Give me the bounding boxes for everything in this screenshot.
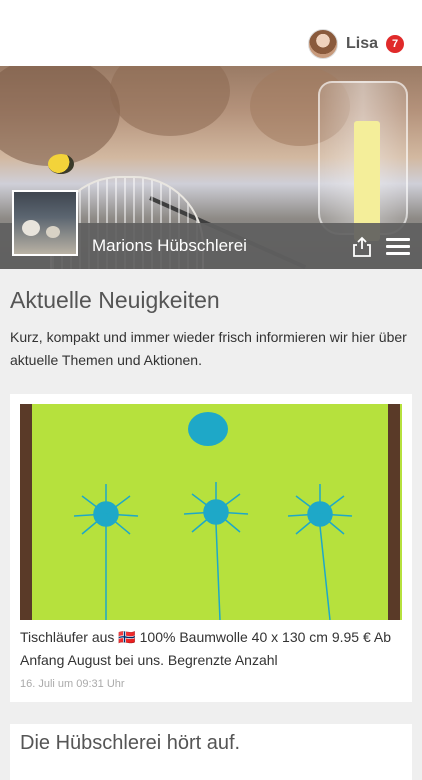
post-text: Tischläufer aus 🇳🇴 100% Baumwolle 40 x 1… bbox=[20, 629, 391, 668]
background-tree bbox=[110, 66, 230, 136]
news-card[interactable]: Tischläufer aus 🇳🇴 100% Baumwolle 40 x 1… bbox=[10, 394, 412, 702]
post-timestamp: 16. Juli um 09:31 Uhr bbox=[20, 678, 125, 690]
user-profile[interactable]: Lisa 7 bbox=[307, 29, 404, 59]
user-name[interactable]: Lisa bbox=[346, 35, 378, 53]
table-runner-image bbox=[20, 404, 400, 620]
avatar[interactable] bbox=[307, 29, 338, 59]
section-intro: Kurz, kompakt und immer wieder frisch in… bbox=[10, 329, 407, 368]
shop-header-image: Marions Hübschlerei bbox=[0, 66, 422, 269]
section-title: Aktuelle Neuigkeiten bbox=[10, 287, 220, 313]
menu-icon[interactable] bbox=[386, 238, 410, 255]
post-image[interactable] bbox=[20, 404, 402, 620]
shop-name: Marions Hübschlerei bbox=[92, 236, 247, 255]
top-bar: Lisa 7 bbox=[0, 0, 422, 66]
shop-thumbnail[interactable] bbox=[12, 190, 78, 256]
news-card[interactable]: Die Hübschlerei hört auf. bbox=[10, 724, 412, 780]
notification-badge[interactable]: 7 bbox=[386, 35, 404, 53]
post-title: Die Hübschlerei hört auf. bbox=[20, 732, 241, 754]
share-icon[interactable] bbox=[352, 236, 372, 258]
background-tree bbox=[0, 66, 120, 166]
bird bbox=[48, 154, 74, 174]
